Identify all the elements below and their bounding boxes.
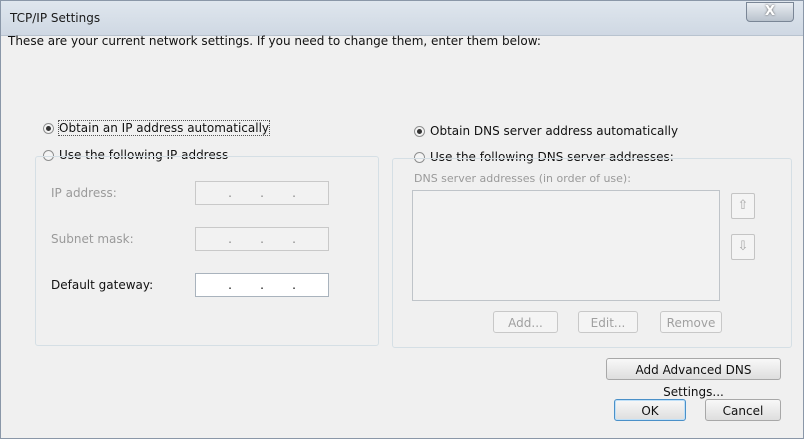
dns-edit-button[interactable]: Edit... [578,311,638,333]
default-gateway-label: Default gateway: [51,278,154,292]
subnet-mask-label: Subnet mask: [51,232,134,246]
radio-selected-icon [414,125,425,137]
obtain-ip-auto-radio[interactable]: Obtain an IP address automatically [43,120,271,136]
close-button[interactable]: X [746,2,794,22]
title-bar: TCP/IP Settings X [1,1,803,36]
dns-list-label: DNS server addresses (in order of use): [414,172,631,185]
arrow-down-icon: ⇩ [737,239,749,254]
move-down-button[interactable]: ⇩ [731,234,755,260]
obtain-dns-auto-radio[interactable]: Obtain DNS server address automatically [414,124,678,138]
ip-address-label: IP address: [51,186,117,200]
ip-address-field[interactable]: ... [195,181,329,205]
window-title: TCP/IP Settings [10,11,101,25]
ok-button[interactable]: OK [614,399,686,421]
default-gateway-field[interactable]: ... [195,273,329,297]
dns-add-button[interactable]: Add... [493,311,558,333]
subnet-mask-field[interactable]: ... [195,227,329,251]
close-icon: X [764,4,776,19]
radio-selected-icon [43,122,54,134]
obtain-dns-auto-label: Obtain DNS server address automatically [430,124,679,138]
dns-server-list[interactable] [412,190,720,301]
obtain-ip-auto-label: Obtain an IP address automatically [57,120,271,136]
dns-remove-button[interactable]: Remove [660,311,722,333]
move-up-button[interactable]: ⇧ [731,193,755,219]
intro-text: These are your current network settings.… [8,34,541,48]
arrow-up-icon: ⇧ [737,198,749,213]
add-advanced-dns-button[interactable]: Add Advanced DNS Settings... [606,358,781,399]
cancel-button[interactable]: Cancel [705,399,781,421]
